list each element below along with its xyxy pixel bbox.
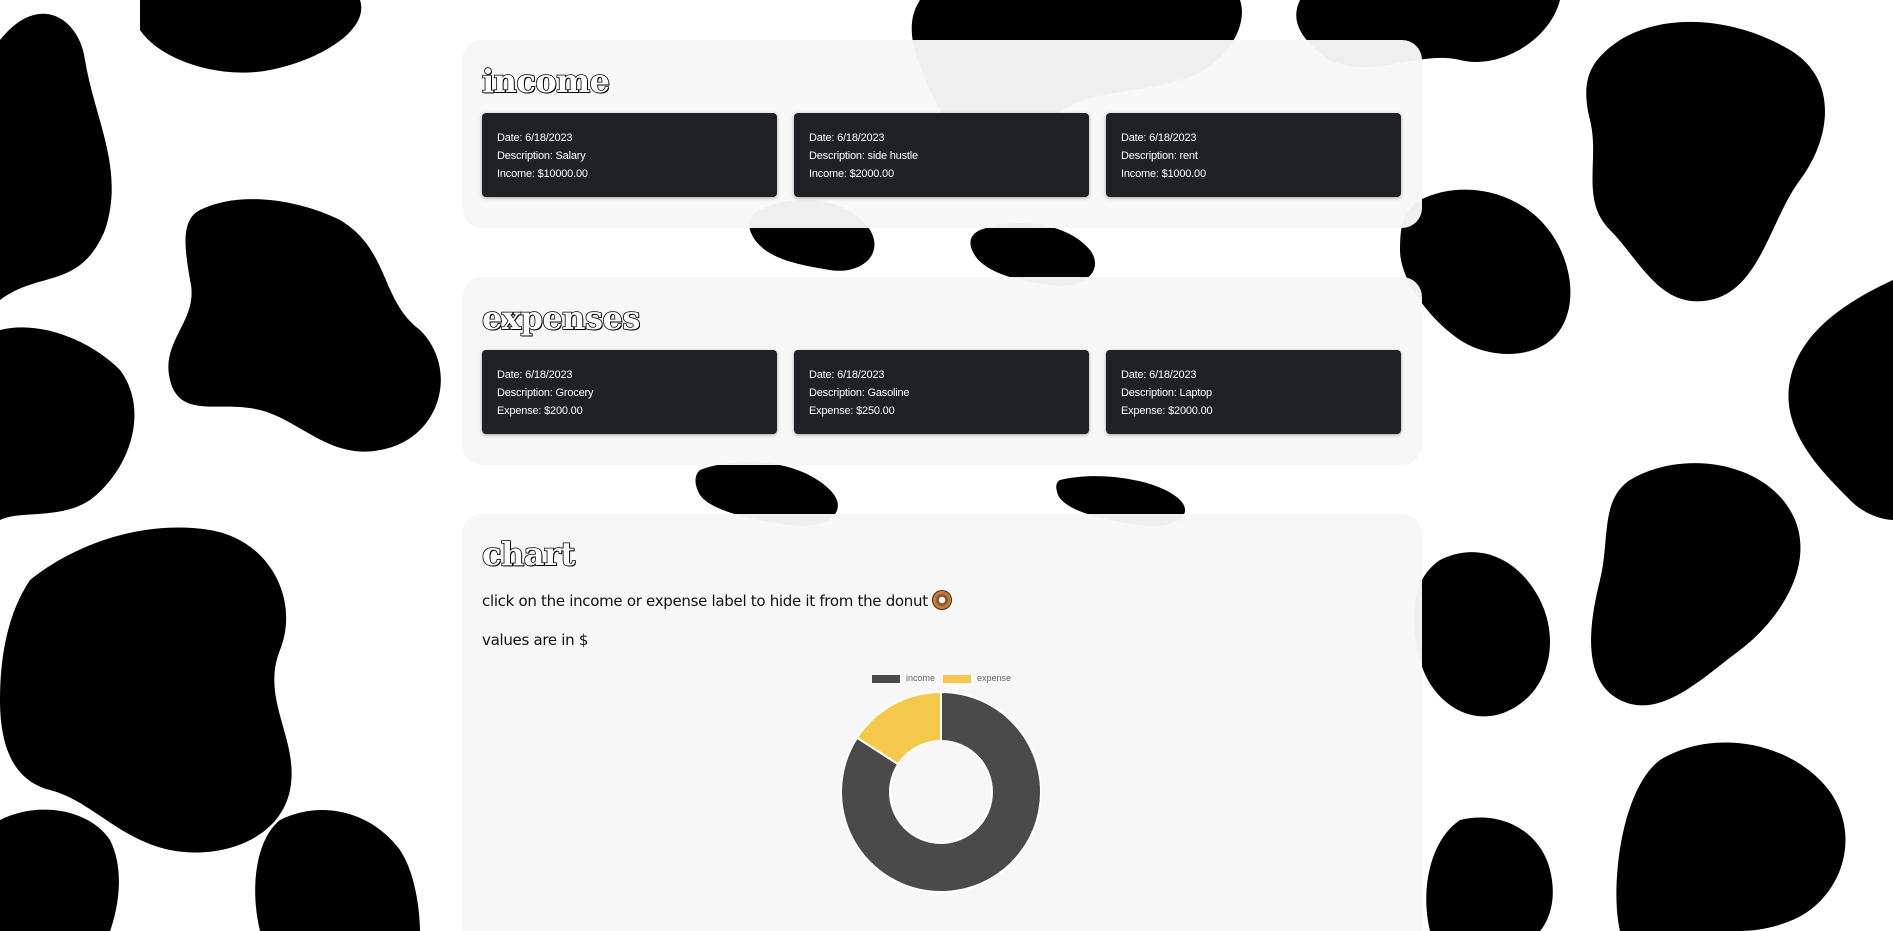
income-title: income — [481, 62, 611, 100]
expenses-title: expenses — [481, 299, 641, 337]
expense-cards: Date: 6/18/2023 Description: Grocery Exp… — [482, 350, 1401, 434]
expense-amount: Expense: $250.00 — [809, 405, 895, 417]
expense-description: Description: Laptop — [1121, 387, 1212, 399]
income-card: Date: 6/18/2023 Description: rent Income… — [1106, 113, 1401, 197]
income-card: Date: 6/18/2023 Description: side hustle… — [794, 113, 1089, 197]
chart-panel: chart click on the income or expense lab… — [462, 514, 1422, 931]
income-amount: Income: $10000.00 — [497, 168, 588, 180]
income-date: Date: 6/18/2023 — [809, 132, 885, 144]
income-description: Description: Salary — [497, 150, 586, 162]
expense-amount: Expense: $2000.00 — [1121, 405, 1213, 417]
expense-description: Description: Gasoline — [809, 387, 910, 399]
income-panel: income Date: 6/18/2023 Description: Sala… — [462, 40, 1422, 228]
donut-chart — [840, 690, 1042, 893]
income-description: Description: side hustle — [809, 150, 918, 162]
income-card: Date: 6/18/2023 Description: Salary Inco… — [482, 113, 777, 197]
income-description: Description: rent — [1121, 150, 1198, 162]
income-amount: Income: $2000.00 — [809, 168, 894, 180]
income-date: Date: 6/18/2023 — [1121, 132, 1197, 144]
income-date: Date: 6/18/2023 — [497, 132, 573, 144]
expense-date: Date: 6/18/2023 — [1121, 369, 1197, 381]
expense-card: Date: 6/18/2023 Description: Grocery Exp… — [482, 350, 777, 434]
expense-date: Date: 6/18/2023 — [497, 369, 573, 381]
expense-amount: Expense: $200.00 — [497, 405, 583, 417]
expense-date: Date: 6/18/2023 — [809, 369, 885, 381]
expense-description: Description: Grocery — [497, 387, 594, 399]
expense-card: Date: 6/18/2023 Description: Laptop Expe… — [1106, 350, 1401, 434]
expense-card: Date: 6/18/2023 Description: Gasoline Ex… — [794, 350, 1089, 434]
income-amount: Income: $1000.00 — [1121, 168, 1206, 180]
expenses-panel: expenses Date: 6/18/2023 Description: Gr… — [462, 277, 1422, 465]
income-cards: Date: 6/18/2023 Description: Salary Inco… — [482, 113, 1401, 197]
